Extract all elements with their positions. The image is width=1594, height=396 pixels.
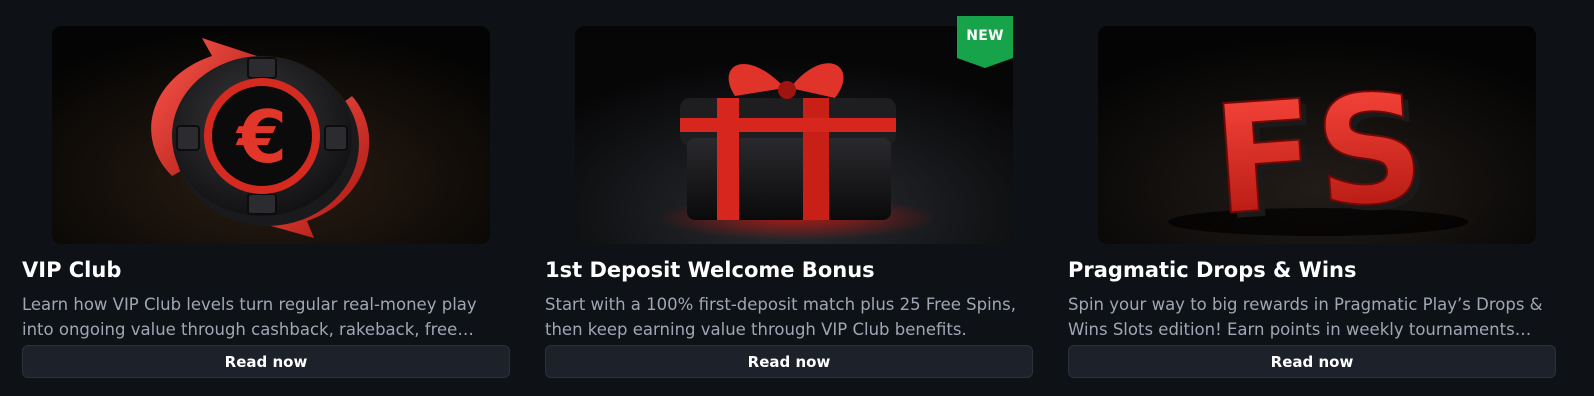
read-now-button[interactable]: Read now [1068,345,1556,378]
gift-box-icon [575,26,1013,244]
fs-letters-icon: FS FS [1098,26,1536,244]
promo-card-drops-wins[interactable]: FS FS Pragmatic Drops & Wins Spin your w… [1068,0,1558,396]
vip-chip-euro-icon: € [52,26,490,244]
read-now-button[interactable]: Read now [22,345,510,378]
svg-text:€: € [235,95,287,179]
vip-club-image[interactable]: € [52,26,490,244]
promo-card-vip-club[interactable]: € VIP Club Learn how VIP Club levels tur… [22,0,512,396]
promo-card-welcome-bonus[interactable]: NEW 1st Deposit Welcome Bonus Start with… [545,0,1035,396]
card-description: Spin your way to big rewards in Pragmati… [1068,295,1543,339]
drops-wins-image[interactable]: FS FS [1098,26,1536,244]
card-description: Learn how VIP Club levels turn regular r… [22,295,477,339]
card-title: VIP Club [22,258,122,282]
card-title: Pragmatic Drops & Wins [1068,258,1357,282]
new-badge-label: NEW [966,28,1004,44]
read-now-button[interactable]: Read now [545,345,1033,378]
new-badge: NEW [957,16,1013,68]
promo-cards-row: € VIP Club Learn how VIP Club levels tur… [0,0,1594,396]
svg-text:FS: FS [1208,61,1430,244]
welcome-bonus-image[interactable] [575,26,1013,244]
card-title: 1st Deposit Welcome Bonus [545,258,875,282]
card-description: Start with a 100% first-deposit match pl… [545,295,1016,339]
